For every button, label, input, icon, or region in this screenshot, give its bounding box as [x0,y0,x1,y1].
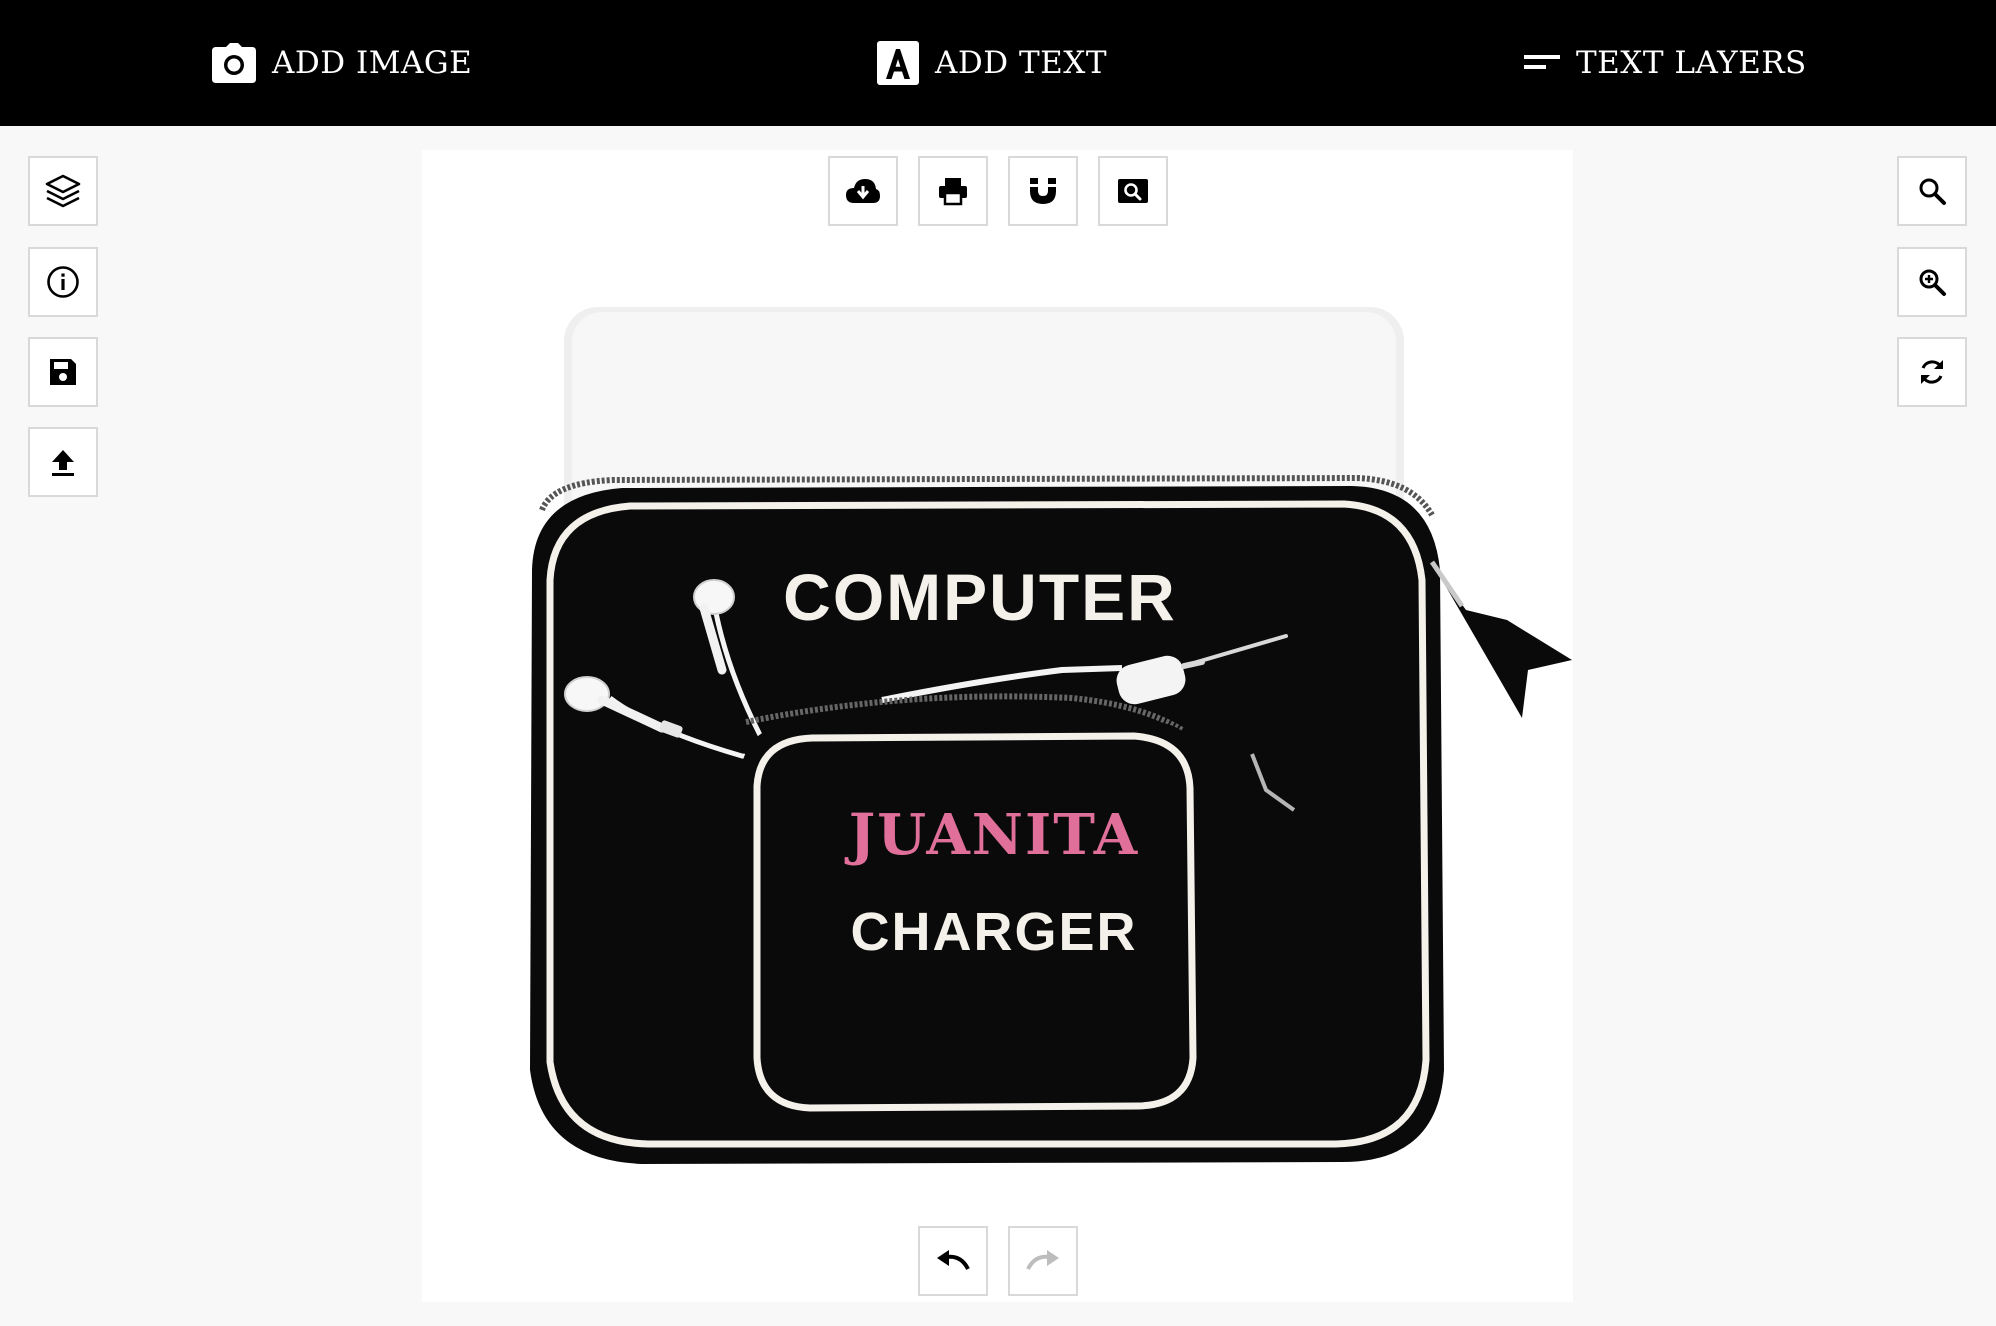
preview-button[interactable] [1098,156,1168,226]
print-icon [939,178,967,206]
text-a-icon [877,41,919,85]
text-layers-button[interactable]: TEXT LAYERS [1524,0,1807,126]
refresh-button[interactable] [1897,337,1967,407]
text-layers-label: TEXT LAYERS [1576,45,1807,81]
layers-button[interactable] [28,156,98,226]
add-image-label: ADD IMAGE [272,45,473,81]
upload-button[interactable] [28,427,98,497]
download-button[interactable] [828,156,898,226]
info-icon [47,266,79,298]
redo-button[interactable] [1008,1226,1078,1296]
camera-icon [212,43,256,83]
design-text-computer[interactable]: COMPUTER [783,560,1177,634]
save-button[interactable] [28,337,98,407]
product-image: COMPUTER JUANITA CHARGER [530,307,1572,1164]
zoom-in-button[interactable] [1897,247,1967,317]
info-button[interactable] [28,247,98,317]
undo-icon [937,1250,970,1270]
design-text-name[interactable]: JUANITA [844,802,1140,868]
design-canvas[interactable]: COMPUTER JUANITA CHARGER [422,150,1573,1302]
undo-button[interactable] [918,1226,988,1296]
top-toolbar: ADD IMAGE ADD TEXT TEXT LAYERS [0,0,1996,126]
magnet-button[interactable] [1008,156,1078,226]
magnet-icon [1030,178,1056,204]
search-icon [1919,178,1946,205]
redo-icon [1026,1250,1059,1270]
cloud-download-icon [846,179,880,203]
add-image-button[interactable]: ADD IMAGE [212,0,472,126]
layers-icon [45,174,81,208]
preview-search-icon [1118,179,1148,203]
layers-lines-icon [1524,55,1560,69]
add-text-button[interactable]: ADD TEXT [877,0,1107,126]
search-button[interactable] [1897,156,1967,226]
refresh-icon [1921,360,1943,384]
zoom-in-icon [1919,269,1946,296]
add-text-label: ADD TEXT [935,45,1108,81]
design-text-charger[interactable]: CHARGER [850,902,1137,962]
save-icon [50,359,76,385]
upload-icon [52,450,74,476]
print-button[interactable] [918,156,988,226]
